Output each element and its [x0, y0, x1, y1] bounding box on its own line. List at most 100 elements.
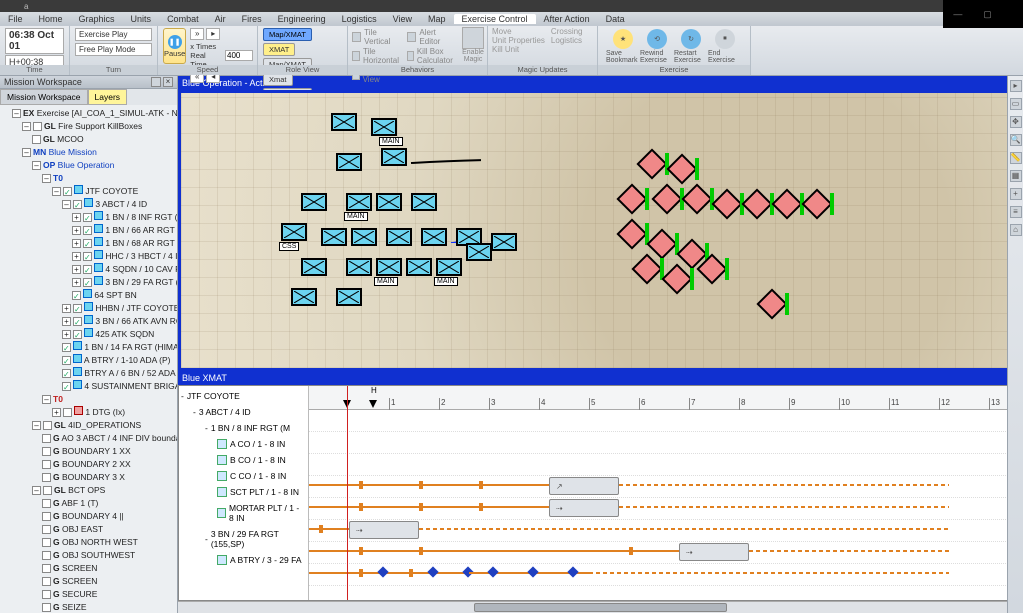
xmat-lane[interactable]: ⇢: [309, 542, 1022, 564]
tool-grid-icon[interactable]: ▦: [1010, 170, 1022, 182]
ribbon-item[interactable]: Move: [492, 27, 545, 36]
xmat-lane[interactable]: [309, 564, 1022, 586]
menu-after-action[interactable]: After Action: [536, 14, 598, 24]
tree-node[interactable]: G OBJ EAST: [42, 523, 175, 536]
blue-unit[interactable]: [376, 193, 402, 211]
tree-node[interactable]: G ABF 1 (T): [42, 497, 175, 510]
speed-max[interactable]: ▸: [206, 28, 220, 40]
xmat-tree-row[interactable]: -JTF COYOTE: [181, 388, 306, 404]
minimize-icon[interactable]: —: [953, 9, 962, 19]
ribbon-item[interactable]: Logistics: [551, 36, 583, 45]
tree-node[interactable]: + 1 BN / 8 INF RGT (M) (+): [72, 211, 175, 224]
mission-tree[interactable]: –EX Exercise [AI_COA_1_SIMUL-ATK - NtoS*…: [0, 105, 177, 613]
menu-combat[interactable]: Combat: [159, 14, 207, 24]
tree-node[interactable]: G SCREEN: [42, 562, 175, 575]
blue-unit[interactable]: [466, 243, 492, 261]
tree-node[interactable]: + 1 BN / 68 AR RGT: [72, 237, 175, 250]
tree-node[interactable]: BTRY A / 6 BN / 52 ADA RGT (A: [62, 367, 175, 380]
side-tab[interactable]: Mission Workspace: [0, 89, 88, 105]
ribbon-item[interactable]: Alert Editor: [407, 28, 456, 46]
xmat-lane[interactable]: ↗: [309, 476, 1022, 498]
tree-node[interactable]: –T0: [42, 172, 175, 185]
tree-node[interactable]: A BTRY / 1-10 ADA (P): [62, 354, 175, 367]
xmat-lane[interactable]: ⇢: [309, 498, 1022, 520]
free-play-option[interactable]: Free Play Mode: [75, 43, 152, 56]
task-box[interactable]: ⇢: [549, 499, 619, 517]
tree-node[interactable]: G BOUNDARY 2 XX: [42, 458, 175, 471]
tree-node[interactable]: –T0: [42, 393, 175, 406]
blue-unit[interactable]: [321, 228, 347, 246]
tree-node[interactable]: –EX Exercise [AI_COA_1_SIMUL-ATK - NtoS*…: [12, 107, 175, 120]
xmat-hscroll[interactable]: [178, 601, 1023, 613]
menu-air[interactable]: Air: [207, 14, 234, 24]
blue-unit[interactable]: [436, 258, 462, 276]
blue-unit[interactable]: [386, 228, 412, 246]
tool-select-icon[interactable]: ▭: [1010, 98, 1022, 110]
xmat-tree[interactable]: -JTF COYOTE-3 ABCT / 4 ID-1 BN / 8 INF R…: [179, 386, 309, 600]
tree-node[interactable]: GL MCOO: [32, 133, 175, 146]
pause-button[interactable]: Pause: [163, 28, 186, 64]
exercise-tool[interactable]: ★Save Bookmark: [606, 29, 640, 64]
menu-logistics[interactable]: Logistics: [334, 14, 385, 24]
scroll-thumb[interactable]: [474, 603, 728, 612]
xmat-chart[interactable]: H12345678910111213 ↗⇢⇢⇢: [309, 386, 1022, 600]
tool-pan-icon[interactable]: ✥: [1010, 116, 1022, 128]
ribbon-item[interactable]: Kill Box Calculator: [407, 47, 456, 65]
menu-fires[interactable]: Fires: [234, 14, 270, 24]
xmat-tree-row[interactable]: -1 BN / 8 INF RGT (M: [181, 420, 306, 436]
tree-node[interactable]: + 1 BN / 66 AR RGT (+): [72, 224, 175, 237]
blue-unit[interactable]: [411, 193, 437, 211]
exercise-tool[interactable]: ⏹End Exercise: [708, 29, 742, 64]
tree-node[interactable]: 4 SUSTAINMENT BRIGADE: [62, 380, 175, 393]
tree-node[interactable]: G SCREEN: [42, 575, 175, 588]
task-box[interactable]: ↗: [549, 477, 619, 495]
tree-node[interactable]: G SECURE: [42, 588, 175, 601]
tree-node[interactable]: G AO 3 ABCT / 4 INF DIV boundaries: [42, 432, 175, 445]
xmat-tree-row[interactable]: SCT PLT / 1 - 8 IN: [181, 484, 306, 500]
menu-exercise-control[interactable]: Exercise Control: [454, 14, 536, 24]
exercise-tool[interactable]: ⟲Rewind Exercise: [640, 29, 674, 64]
blue-unit[interactable]: [281, 223, 307, 241]
tree-node[interactable]: – JTF COYOTE: [52, 185, 175, 198]
map-pane[interactable]: MAINMAINMAINMAINCSS: [178, 90, 1023, 371]
blue-unit[interactable]: [376, 258, 402, 276]
rate-input[interactable]: [225, 50, 253, 61]
blue-unit[interactable]: [491, 233, 517, 251]
blue-unit[interactable]: [346, 258, 372, 276]
menu-file[interactable]: File: [0, 14, 31, 24]
roleview-chip[interactable]: Map/XMAT: [263, 28, 312, 41]
window-controls[interactable]: — ▢: [943, 0, 1023, 28]
blue-unit[interactable]: [301, 258, 327, 276]
xmat-tree-row[interactable]: -3 BN / 29 FA RGT (155,SP): [181, 526, 306, 552]
menu-data[interactable]: Data: [598, 14, 633, 24]
tool-home-icon[interactable]: ⌂: [1010, 224, 1022, 236]
tree-node[interactable]: –GL BCT OPS: [32, 484, 175, 497]
maximize-icon[interactable]: ▢: [983, 9, 992, 20]
roleview-chip[interactable]: XMAT: [263, 43, 295, 56]
tree-node[interactable]: + 4 SQDN / 10 CAV RGT (M): [72, 263, 175, 276]
tree-node[interactable]: + 3 BN / 29 FA RGT (155,SP): [72, 276, 175, 289]
tree-node[interactable]: –MN Blue Mission: [22, 146, 175, 159]
exercise-play-option[interactable]: Exercise Play: [75, 28, 152, 41]
blue-unit[interactable]: [406, 258, 432, 276]
tree-node[interactable]: G BOUNDARY 4 ||: [42, 510, 175, 523]
menu-view[interactable]: View: [385, 14, 420, 24]
blue-unit[interactable]: [421, 228, 447, 246]
ribbon-item[interactable]: Crossing: [551, 27, 583, 36]
menu-home[interactable]: Home: [31, 14, 71, 24]
ribbon-item[interactable]: Unit Properties: [492, 36, 545, 45]
menu-graphics[interactable]: Graphics: [71, 14, 123, 24]
tree-node[interactable]: G SEIZE: [42, 601, 175, 613]
tool-pointer-icon[interactable]: ▸: [1010, 80, 1022, 92]
tree-node[interactable]: + HHC / 3 HBCT / 4 ID: [72, 250, 175, 263]
tool-layers-icon[interactable]: ≡: [1010, 206, 1022, 218]
menu-engineering[interactable]: Engineering: [270, 14, 334, 24]
xmat-tree-row[interactable]: A BTRY / 3 - 29 FA: [181, 552, 306, 568]
tree-node[interactable]: G BOUNDARY 3 X: [42, 471, 175, 484]
blue-unit[interactable]: [371, 118, 397, 136]
tree-node[interactable]: G BOUNDARY 1 XX: [42, 445, 175, 458]
tool-measure-icon[interactable]: 📏: [1010, 152, 1022, 164]
xmat-lane[interactable]: ⇢: [309, 520, 1022, 542]
blue-unit[interactable]: [346, 193, 372, 211]
tree-node[interactable]: + 3 BN / 66 ATK AVN RGT: [62, 315, 175, 328]
